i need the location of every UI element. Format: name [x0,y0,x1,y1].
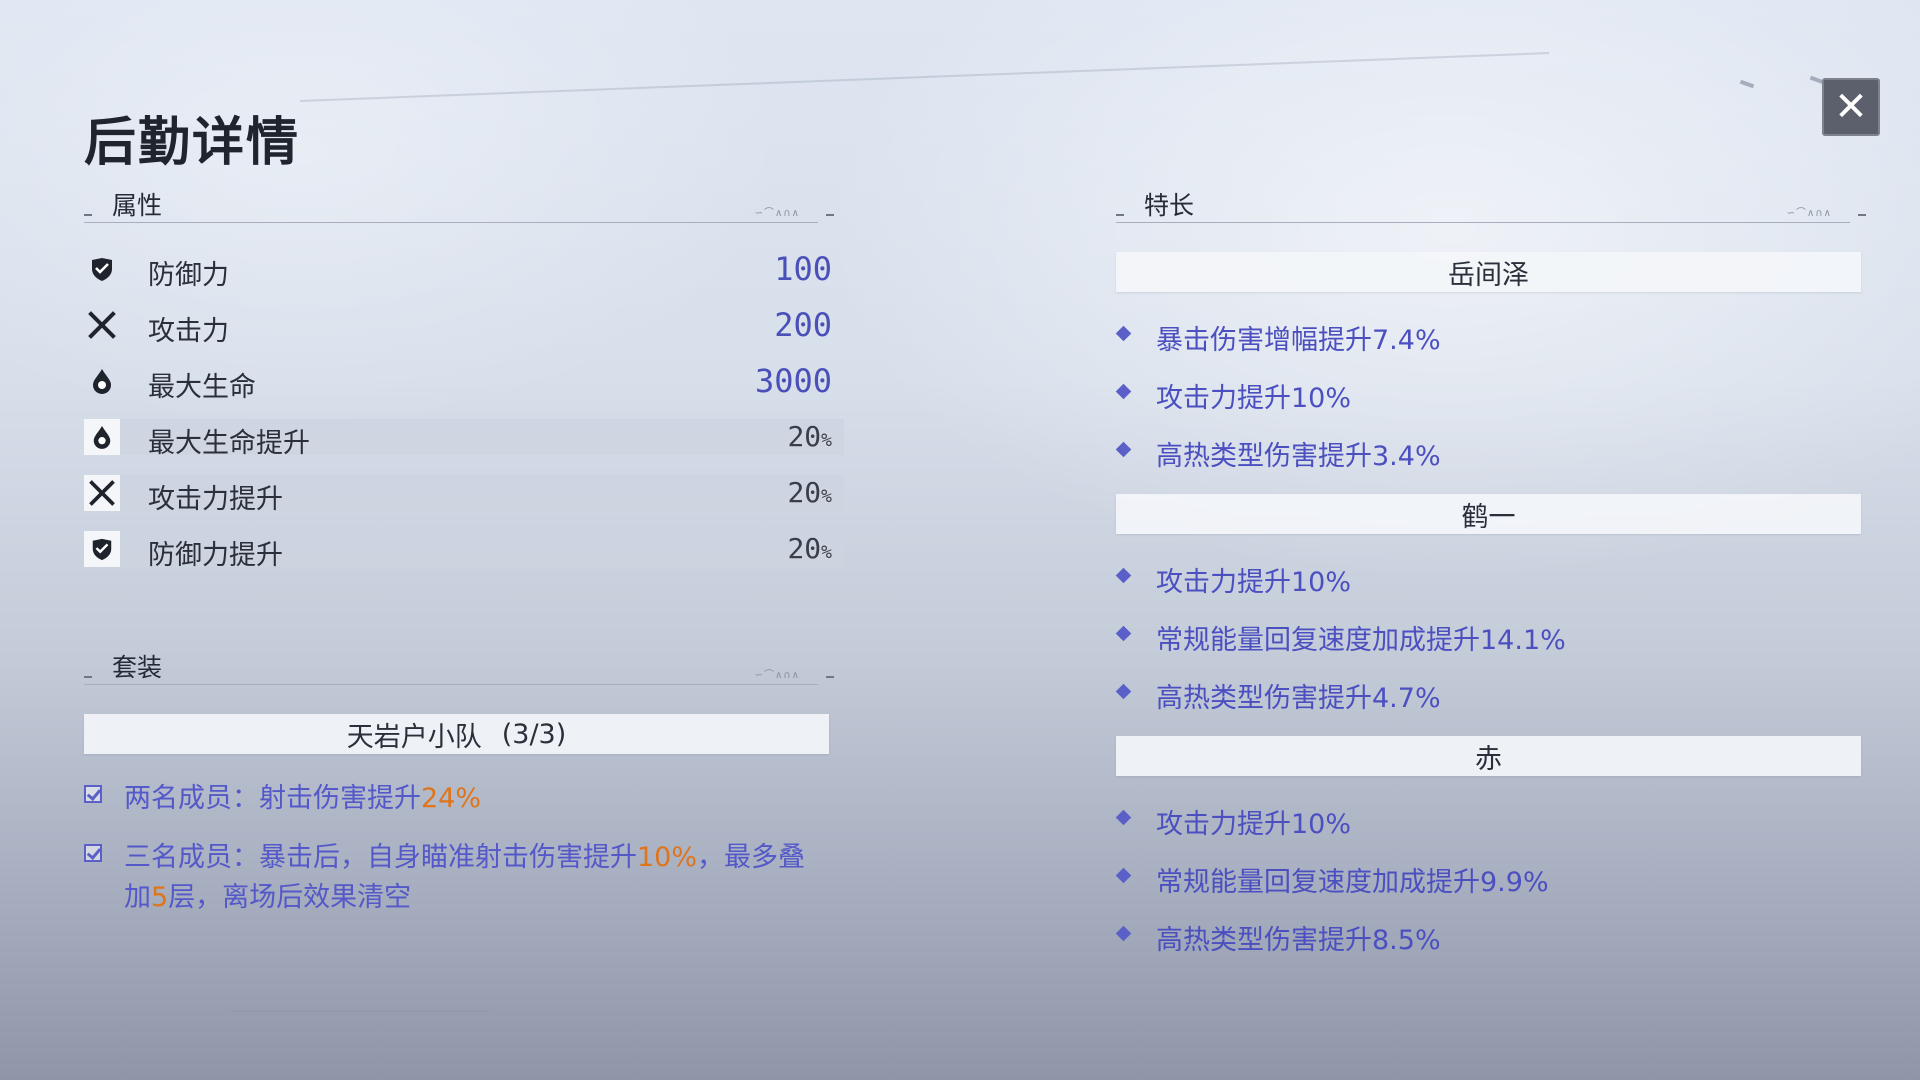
stat-row-max-hp: 最大生命 3000 [84,362,844,403]
stat-label: 最大生命 [148,372,256,403]
perk-item: 高热类型伤害提升4.7% [1115,676,1816,714]
background-streak [1739,79,1755,89]
set-header: 套装 ∽⌒∧∩∧ [84,648,834,685]
shield-icon [84,531,120,567]
diamond-bullet-icon [1115,325,1132,342]
bonus-label: 攻击力提升 [148,484,283,515]
perk-item: 常规能量回复速度加成提升9.9% [1115,860,1816,898]
character-name: 鹤一 [1461,501,1516,533]
stat-label: 防御力 [148,260,229,291]
shield-icon [84,251,120,287]
diamond-bullet-icon [1115,441,1132,458]
bonus-row-max-hp: 最大生命提升 20% [84,419,844,459]
perk-item: 高热类型伤害提升3.4% [1115,434,1816,472]
bonus-label: 防御力提升 [148,540,283,571]
specialties-header-label: 特长 [1144,191,1195,220]
set-header-label: 套装 [112,653,163,682]
stat-label: 攻击力 [148,316,229,347]
character-name-bar: 赤 [1116,736,1861,776]
character-name-bar: 岳间泽 [1116,252,1861,292]
close-icon: ✕ [1834,84,1868,130]
diamond-bullet-icon [1115,925,1132,942]
perk-item: 常规能量回复速度加成提升14.1% [1115,618,1816,656]
set-count: (3/3) [501,718,567,750]
bonus-value: 20% [787,532,832,565]
perk-item: 攻击力提升10% [1115,802,1816,840]
stat-row-attack: 攻击力 200 [84,306,844,347]
background-line [299,52,1550,102]
diamond-bullet-icon [1115,625,1132,642]
attributes-header: 属性 ∽⌒∧∩∧ [84,186,834,223]
header-decoration: ∽⌒∧∩∧ [754,208,800,219]
diamond-bullet-icon [1115,567,1132,584]
specialties-header: 特长 ∽⌒∧∩∧ [1116,186,1866,223]
bonus-value: 20% [787,420,832,453]
checkbox-checked [84,785,102,803]
background-line [230,1010,490,1012]
perk-item: 高热类型伤害提升8.5% [1115,918,1816,956]
bonus-row-defense: 防御力提升 20% [84,531,844,571]
set-effect-text: 三名成员：暴击后，自身瞄准射击伤害提升10%，最多叠 加5层，离场后效果清空 [124,842,806,913]
crossed-swords-icon [84,475,120,511]
attributes-header-label: 属性 [112,191,163,220]
bonus-row-attack: 攻击力提升 20% [84,475,844,515]
checkbox-checked [84,844,102,862]
header-decoration: ∽⌒∧∩∧ [1786,208,1832,219]
set-effect-two-members: 两名成员：射击伤害提升24% [84,779,844,819]
header-decoration: ∽⌒∧∩∧ [754,670,800,681]
bonus-value: 20% [787,476,832,509]
close-button[interactable]: ✕ [1822,78,1880,136]
character-name-bar: 鹤一 [1116,494,1861,534]
character-name: 岳间泽 [1448,259,1529,291]
character-name: 赤 [1475,743,1502,775]
drop-icon [84,419,120,455]
stat-row-defense: 防御力 100 [84,250,844,291]
perk-item: 攻击力提升10% [1115,560,1816,598]
drop-icon [84,363,120,399]
diamond-bullet-icon [1115,867,1132,884]
stat-value: 3000 [754,362,832,400]
crossed-swords-icon [84,307,120,343]
perk-item: 攻击力提升10% [1115,376,1816,414]
set-effect-three-members: 三名成员：暴击后，自身瞄准射击伤害提升10%，最多叠 加5层，离场后效果清空 [84,838,844,918]
diamond-bullet-icon [1115,809,1132,826]
stat-value: 100 [774,250,832,288]
set-name: 天岩户小队 [346,721,482,753]
perk-item: 暴击伤害增幅提升7.4% [1115,318,1816,356]
stat-value: 200 [774,306,832,344]
page-title: 后勤详情 [84,113,301,173]
set-effect-text: 两名成员：射击伤害提升24% [124,783,482,814]
diamond-bullet-icon [1115,683,1132,700]
diamond-bullet-icon [1115,383,1132,400]
bonus-label: 最大生命提升 [148,428,310,459]
set-name-bar: 天岩户小队 (3/3) [84,714,829,754]
